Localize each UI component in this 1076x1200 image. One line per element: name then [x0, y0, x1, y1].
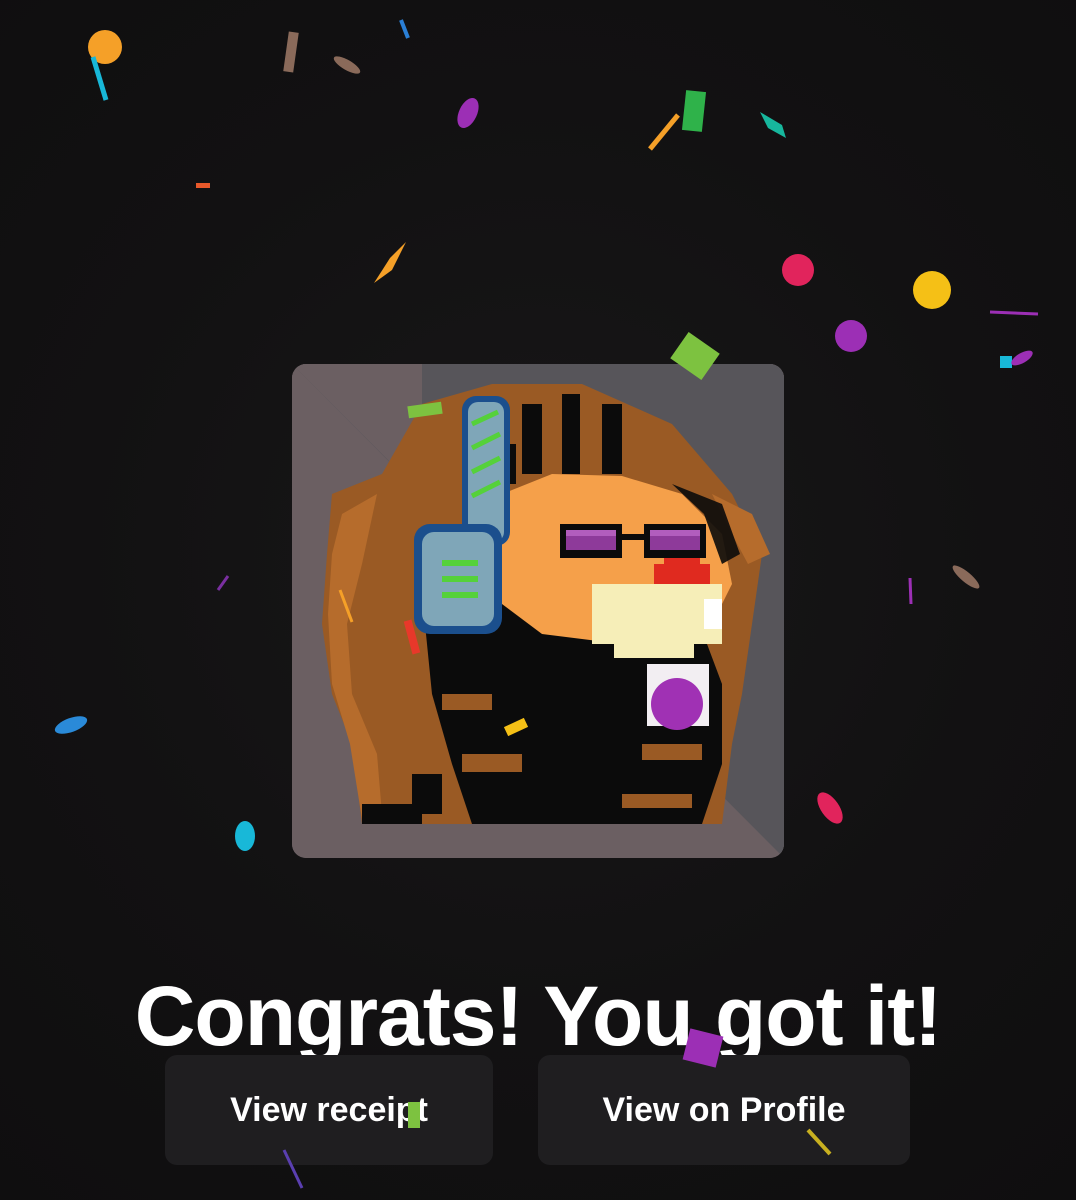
view-on-profile-label: View on Profile	[602, 1090, 846, 1129]
view-on-profile-button[interactable]: View on Profile	[538, 1055, 910, 1165]
view-receipt-label: View receipt	[230, 1090, 428, 1129]
congrats-heading: Congrats! You got it!	[134, 969, 942, 1064]
nft-image	[292, 364, 784, 858]
view-receipt-button[interactable]: View receipt	[165, 1055, 493, 1165]
congrats-screen: Congrats! You got it! View receipt View …	[0, 0, 1076, 1200]
pixel-cat-art	[292, 364, 784, 858]
